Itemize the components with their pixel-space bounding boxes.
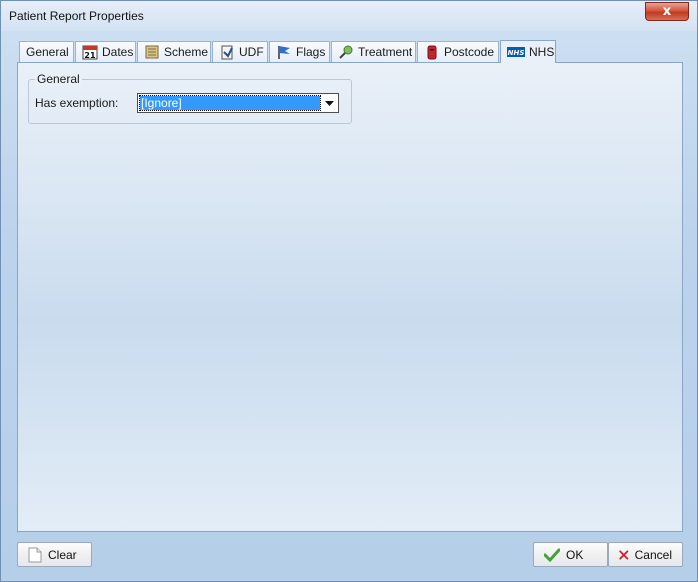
title-bar: Patient Report Properties x [1,1,697,31]
scheme-icon [145,45,159,59]
close-button[interactable]: x [645,2,689,21]
tab-postcode[interactable]: Postcode [417,41,499,62]
tab-strip: General 21 Dates Scheme UDF Flags Treatm… [19,40,559,63]
window-title: Patient Report Properties [9,9,144,23]
nhs-logo-icon: NHS [507,47,525,57]
tab-label: UDF [239,45,264,59]
general-groupbox: General Has exemption: [Ignore] [28,72,352,124]
tab-nhs[interactable]: NHS NHS [500,40,556,63]
calendar-icon: 21 [82,45,98,60]
postbox-icon [427,45,437,60]
tab-flags[interactable]: Flags [269,41,330,62]
has-exemption-label: Has exemption: [35,96,119,110]
svg-text:21: 21 [84,51,96,60]
tab-label: Postcode [444,45,495,59]
treatment-icon [339,45,353,59]
ok-button-label: OK [566,547,584,562]
checkmark-icon [544,548,560,562]
close-icon: x [662,4,672,19]
blank-document-icon [28,547,42,562]
cancel-button[interactable]: Cancel [608,542,683,567]
flag-icon [278,46,290,59]
tab-label: Scheme [164,45,209,59]
tab-dates[interactable]: 21 Dates [75,41,136,62]
tab-label: Dates [102,45,134,59]
tab-label: NHS [529,45,555,59]
clear-button[interactable]: Clear [17,542,92,567]
tab-udf[interactable]: UDF [212,41,268,62]
clear-button-label: Clear [48,547,77,562]
cancel-button-label: Cancel [634,547,672,562]
patient-report-properties-dialog: Patient Report Properties x General 21 D… [0,0,698,582]
svg-text:NHS: NHS [508,49,525,57]
tab-label: General [26,45,69,59]
tab-general[interactable]: General [19,41,74,62]
tab-label: Treatment [358,45,413,59]
ok-button[interactable]: OK [533,542,608,567]
dropdown-arrow-icon[interactable] [321,95,337,111]
tab-treatment[interactable]: Treatment [331,41,416,62]
cancel-x-icon [619,549,629,560]
tab-panel-nhs: General Has exemption: [Ignore] [17,62,683,532]
tab-scheme[interactable]: Scheme [137,41,211,62]
groupbox-legend: General [35,72,82,86]
tab-label: Flags [296,45,326,59]
udf-icon [221,45,233,60]
has-exemption-select[interactable]: [Ignore] [137,93,339,113]
has-exemption-selected-value: [Ignore] [139,95,321,111]
